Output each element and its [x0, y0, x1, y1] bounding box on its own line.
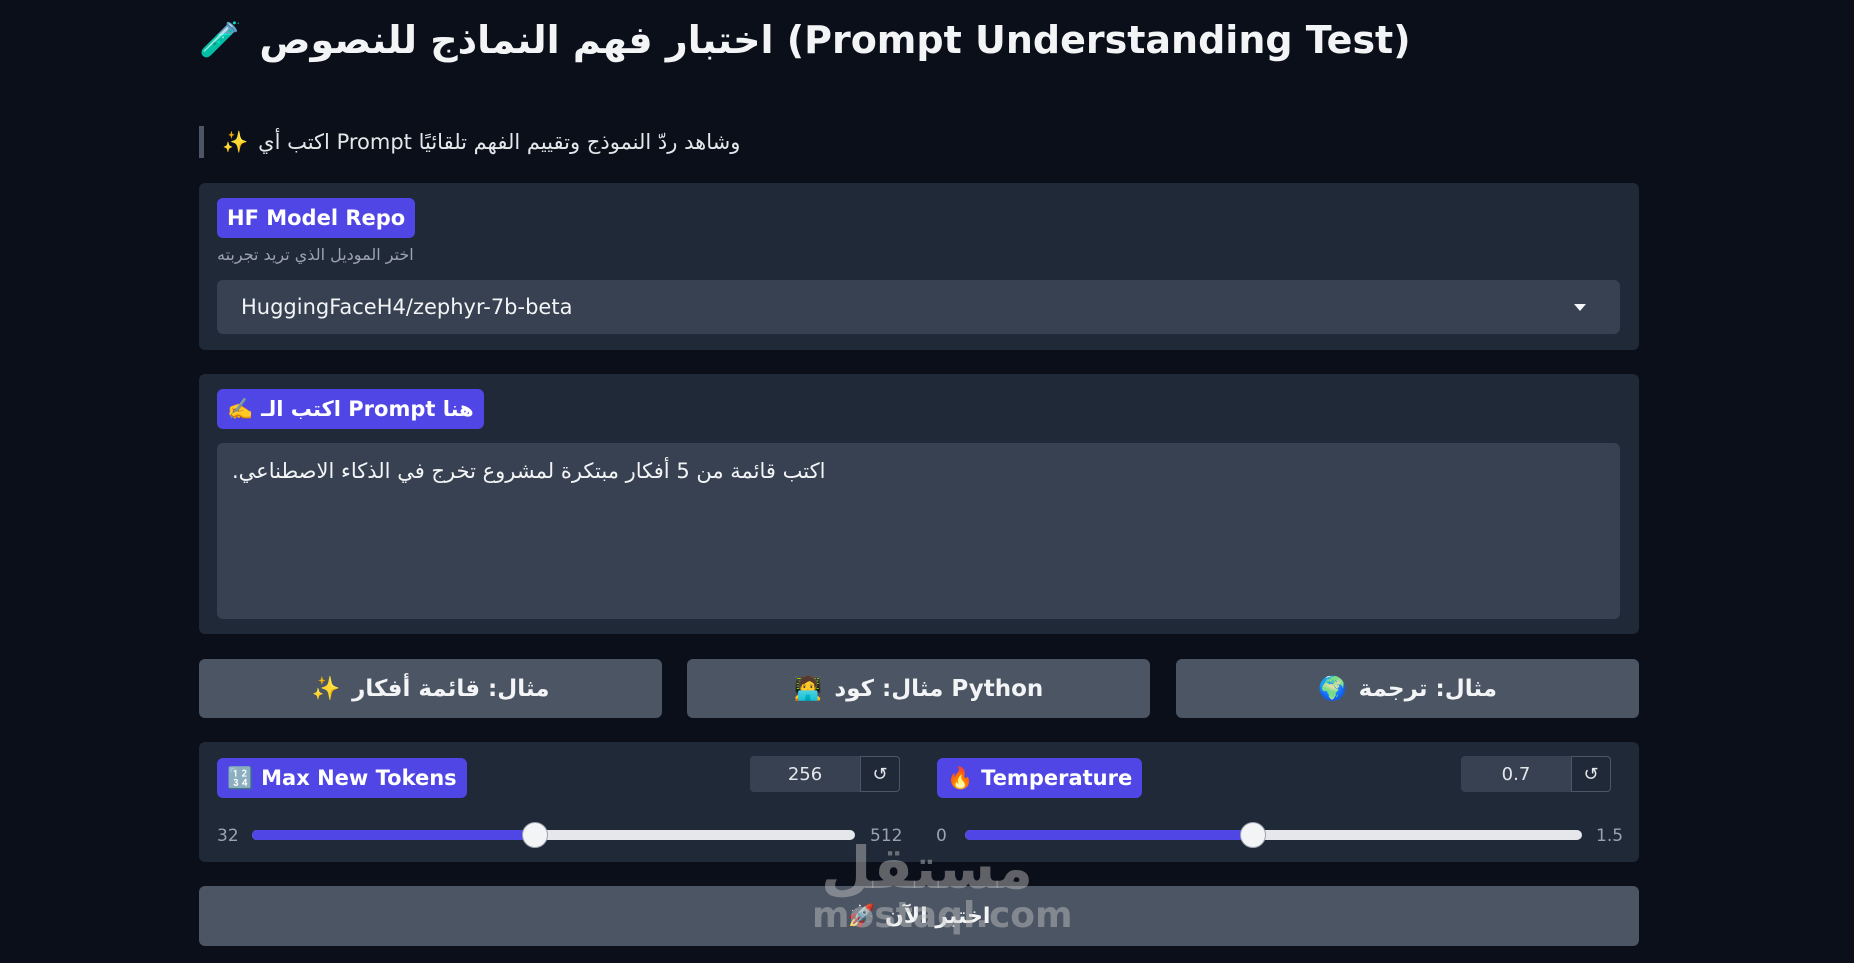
model-label-badge: HF Model Repo — [217, 198, 416, 238]
chevron-down-icon[interactable] — [1574, 303, 1586, 311]
max-tokens-number[interactable]: 256 ↺ — [750, 756, 900, 792]
prompt-label-badge: ✍️ اكتب الـ Prompt هنا — [217, 389, 484, 429]
page-title: 🧪 اختبار فهم النماذج للنصوص (Prompt Unde… — [199, 14, 1639, 66]
max-tokens-label: Max New Tokens — [261, 766, 457, 790]
example-python-button[interactable]: 🧑‍💻 مثال: كود Python — [687, 659, 1150, 718]
sparkles-icon: ✨ — [222, 129, 249, 154]
technologist-icon: 🧑‍💻 — [793, 676, 823, 702]
temperature-badge: 🔥 Temperature — [937, 758, 1143, 798]
model-panel: HF Model Repo اختر الموديل الذي تريد تجر… — [199, 183, 1639, 350]
model-selected-value: HuggingFaceH4/zephyr-7b-beta — [241, 295, 573, 319]
temperature-fill — [965, 830, 1254, 840]
prompt-text: اكتب قائمة من 5 أفكار مبتكرة لمشروع تخرج… — [232, 459, 826, 483]
temperature-number[interactable]: 0.7 ↺ — [1461, 756, 1611, 792]
reset-icon[interactable]: ↺ — [1571, 756, 1611, 792]
page-title-text: اختبار فهم النماذج للنصوص (Prompt Unders… — [259, 18, 1411, 62]
fire-icon: 🔥 — [947, 765, 974, 790]
globe-icon: 🌍 — [1318, 676, 1347, 702]
model-hint: اختر الموديل الذي تريد تجربته — [217, 245, 414, 264]
rocket-icon: 🚀 — [847, 903, 875, 929]
model-label: HF Model Repo — [227, 206, 406, 230]
model-dropdown[interactable]: HuggingFaceH4/zephyr-7b-beta — [217, 280, 1620, 334]
temperature-thumb[interactable] — [1240, 822, 1267, 848]
max-tokens-badge: 🔢 Max New Tokens — [217, 758, 467, 798]
reset-icon[interactable]: ↺ — [860, 756, 900, 792]
max-tokens-max: 512 — [870, 826, 903, 846]
prompt-panel: ✍️ اكتب الـ Prompt هنا اكتب قائمة من 5 أ… — [199, 374, 1639, 634]
intro-text: اكتب أي Prompt وشاهد ردّ النموذج وتقييم … — [258, 130, 741, 154]
max-tokens-value[interactable]: 256 — [750, 764, 860, 785]
writing-hand-icon: ✍️ — [227, 396, 254, 421]
intro-note: ✨ اكتب أي Prompt وشاهد ردّ النموذج وتقيي… — [199, 126, 740, 158]
test-tube-icon: 🧪 — [199, 20, 242, 60]
example-translation-button[interactable]: 🌍 مثال: ترجمة — [1176, 659, 1639, 718]
test-now-button[interactable]: 🚀 اختبر الآن — [199, 886, 1639, 946]
max-tokens-fill — [252, 830, 535, 840]
temperature-max: 1.5 — [1596, 826, 1624, 846]
example-ideas-button[interactable]: ✨ مثال: قائمة أفكار — [199, 659, 662, 718]
prompt-label: اكتب الـ Prompt هنا — [261, 397, 474, 421]
max-tokens-min: 32 — [217, 826, 239, 846]
test-now-label: اختبر الآن — [885, 903, 991, 929]
prompt-textarea[interactable]: اكتب قائمة من 5 أفكار مبتكرة لمشروع تخرج… — [217, 443, 1620, 619]
numbers-icon: 🔢 — [227, 765, 254, 790]
max-tokens-thumb[interactable] — [521, 822, 548, 848]
example-ideas-label: مثال: قائمة أفكار — [352, 675, 550, 702]
example-python-label: مثال: كود Python — [834, 675, 1044, 702]
sparkles-icon: ✨ — [311, 676, 341, 702]
example-translation-label: مثال: ترجمة — [1358, 675, 1497, 702]
temperature-label: Temperature — [981, 766, 1133, 790]
temperature-slider[interactable] — [965, 822, 1582, 848]
max-tokens-slider[interactable] — [252, 822, 855, 848]
temperature-min: 0 — [936, 826, 947, 846]
temperature-value[interactable]: 0.7 — [1461, 764, 1571, 785]
parameters-panel: 🔢 Max New Tokens 256 ↺ 32 512 🔥 Temperat… — [199, 742, 1639, 862]
